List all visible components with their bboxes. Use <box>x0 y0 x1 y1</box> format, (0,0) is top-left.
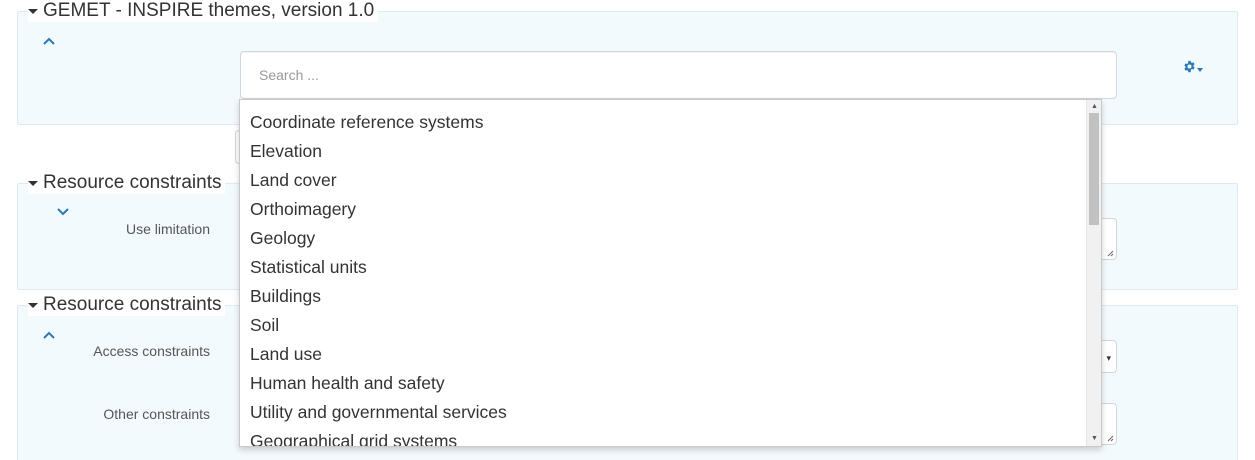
theme-option[interactable]: Buildings <box>240 285 1086 314</box>
gemet-legend[interactable]: GEMET - INSPIRE themes, version 1.0 <box>28 0 379 22</box>
theme-option[interactable]: Land cover <box>240 169 1086 198</box>
chevron-up-icon[interactable] <box>42 330 58 342</box>
access-constraints-label: Access constraints <box>93 343 210 359</box>
settings-menu-button[interactable] <box>1183 60 1203 78</box>
gemet-legend-title: GEMET - INSPIRE themes, version 1.0 <box>43 0 375 21</box>
other-constraints-label: Other constraints <box>103 406 210 422</box>
use-limitation-label: Use limitation <box>125 221 210 237</box>
resize-handle-icon[interactable] <box>1107 435 1114 442</box>
scroll-up-arrow-icon[interactable]: ▲ <box>1087 101 1101 113</box>
resource-constraints-legend-1[interactable]: Resource constraints <box>28 172 226 194</box>
resource-constraints-legend-2[interactable]: Resource constraints <box>28 294 226 316</box>
resource-constraints-title: Resource constraints <box>43 172 222 193</box>
chevron-up-icon[interactable] <box>42 36 58 48</box>
theme-option[interactable]: Human health and safety <box>240 372 1086 401</box>
gear-icon <box>1183 60 1196 78</box>
chevron-down-icon[interactable] <box>56 207 72 219</box>
theme-option[interactable]: Utility and governmental services <box>240 401 1086 430</box>
theme-option[interactable]: Land use <box>240 343 1086 372</box>
resource-constraints-title: Resource constraints <box>43 294 222 315</box>
select-arrow-icon: ▾ <box>1106 353 1111 363</box>
scrollbar-thumb[interactable] <box>1089 113 1099 225</box>
theme-dropdown[interactable]: Coordinate reference systems Elevation L… <box>239 99 1102 447</box>
theme-option[interactable]: Orthoimagery <box>240 198 1086 227</box>
theme-option[interactable]: Elevation <box>240 140 1086 169</box>
theme-option[interactable]: Geographical grid systems <box>240 430 1086 446</box>
caret-down-icon <box>1197 68 1203 72</box>
caret-down-icon <box>28 302 38 308</box>
scroll-down-arrow-icon[interactable]: ▼ <box>1087 433 1101 445</box>
caret-down-icon <box>28 8 38 14</box>
theme-list: Coordinate reference systems Elevation L… <box>240 111 1086 446</box>
resize-handle-icon[interactable] <box>1107 250 1114 257</box>
theme-option[interactable]: Soil <box>240 314 1086 343</box>
theme-option[interactable]: Geology <box>240 227 1086 256</box>
theme-option[interactable]: Coordinate reference systems <box>240 111 1086 140</box>
theme-search-input[interactable] <box>241 52 1116 98</box>
theme-option[interactable]: Statistical units <box>240 256 1086 285</box>
caret-down-icon <box>28 180 38 186</box>
dropdown-scrollbar[interactable]: ▲ ▼ <box>1086 100 1101 446</box>
theme-search-box[interactable] <box>240 51 1117 99</box>
